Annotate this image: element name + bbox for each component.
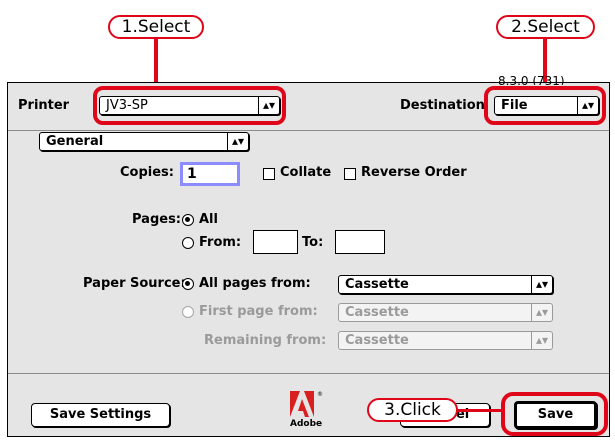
pages-from-field[interactable] [253, 230, 298, 254]
printer-popup[interactable]: JV3-SP ▴▾ [99, 96, 280, 115]
remaining-from-value: Cassette [345, 333, 409, 348]
popup-arrows-icon: ▴▾ [258, 97, 279, 114]
save-settings-button[interactable]: Save Settings [31, 403, 170, 427]
popup-arrows-icon: ▴▾ [531, 332, 552, 349]
panel-divider [8, 130, 609, 131]
callout-step2: 2.Select [496, 15, 595, 39]
callout-step1: 1.Select [108, 15, 204, 39]
printer-label: Printer [18, 98, 70, 113]
remaining-from-popup[interactable]: Cassette ▴▾ [338, 331, 553, 350]
all-pages-from-radio[interactable] [182, 278, 194, 290]
save-button[interactable]: Save [514, 401, 597, 429]
pages-from-radio[interactable] [182, 237, 194, 249]
paper-source-label: Paper Source: [83, 276, 186, 291]
destination-popup[interactable]: File ▴▾ [494, 96, 599, 115]
collate-checkbox[interactable] [263, 168, 275, 180]
first-page-from-popup[interactable]: Cassette ▴▾ [338, 303, 553, 322]
popup-arrows-icon: ▴▾ [577, 97, 598, 114]
all-pages-from-value: Cassette [345, 277, 409, 292]
adobe-logo: ® Adobe [288, 391, 328, 433]
callout-step3: 3.Click [367, 398, 458, 422]
copies-field[interactable]: 1 [180, 162, 240, 186]
copies-label: Copies: [120, 165, 174, 180]
reverse-order-checkbox[interactable] [344, 168, 356, 180]
remaining-from-label: Remaining from: [204, 333, 327, 348]
popup-arrows-icon: ▴▾ [227, 133, 248, 150]
all-pages-from-label: All pages from: [199, 276, 311, 291]
first-page-from-label: First page from: [199, 304, 318, 319]
reverse-order-label: Reverse Order [361, 165, 467, 180]
popup-arrows-icon: ▴▾ [531, 276, 552, 293]
popup-arrows-icon: ▴▾ [531, 304, 552, 321]
first-page-from-value: Cassette [345, 305, 409, 320]
printer-value: JV3-SP [106, 98, 148, 113]
pages-label: Pages: [132, 212, 182, 227]
panel-value: General [46, 134, 104, 149]
pages-to-field[interactable] [335, 230, 385, 254]
panel-popup[interactable]: General ▴▾ [39, 132, 249, 151]
destination-label: Destination [400, 98, 485, 113]
copies-value: 1 [187, 166, 197, 182]
pages-to-label: To: [302, 235, 324, 250]
pages-all-radio[interactable] [182, 214, 194, 226]
destination-value: File [501, 98, 528, 113]
adobe-logo-text: Adobe [290, 419, 323, 429]
callout-step3-line [456, 409, 502, 412]
all-pages-from-popup[interactable]: Cassette ▴▾ [338, 275, 553, 294]
collate-label: Collate [280, 165, 332, 180]
pages-from-label: From: [199, 235, 242, 250]
print-dialog: 8.3.0 (731) Printer JV3-SP ▴▾ Destinatio… [7, 76, 610, 437]
first-page-from-radio[interactable] [182, 306, 194, 318]
pages-all-label: All [199, 212, 218, 227]
version-text: 8.3.0 (731) [498, 76, 565, 85]
footer-divider [8, 373, 609, 374]
svg-text:®: ® [317, 391, 323, 398]
